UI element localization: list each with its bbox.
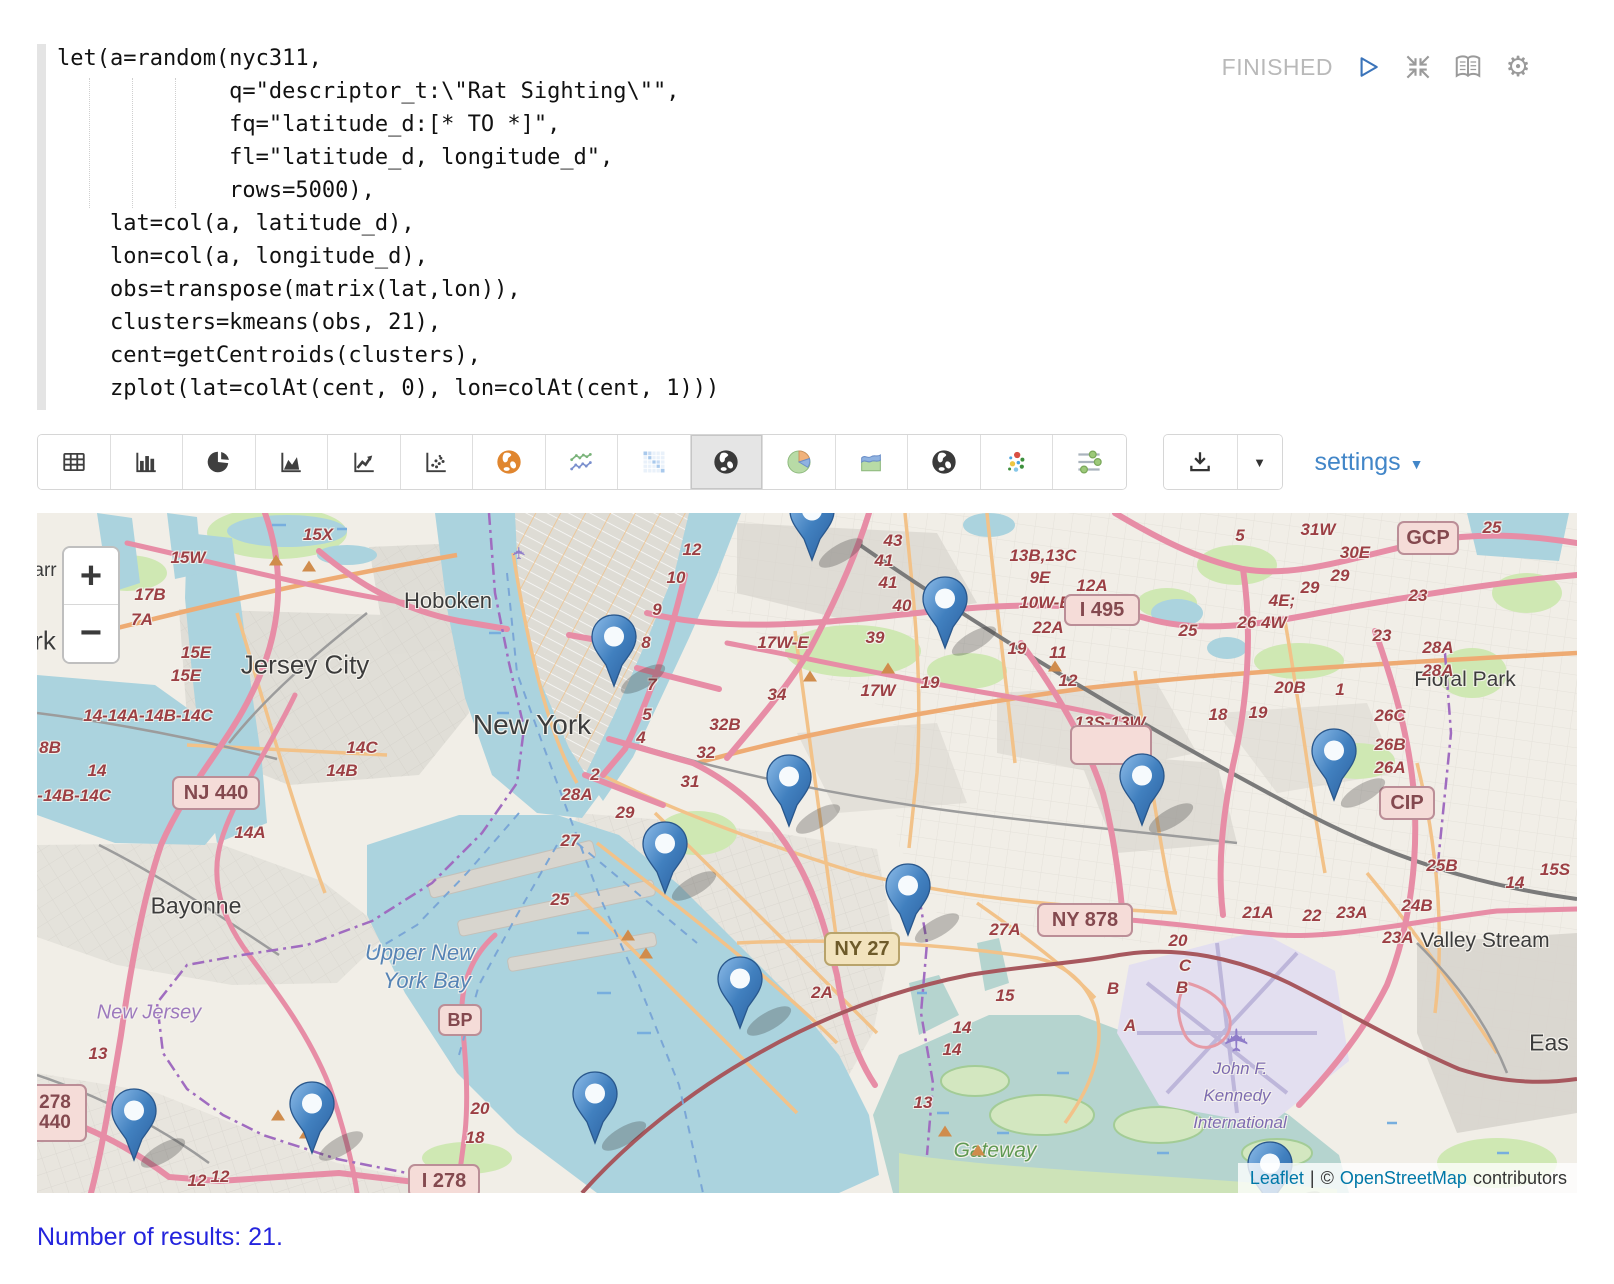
chart-type-heatmap-button[interactable] [618, 435, 691, 489]
download-group: ▼ [1163, 434, 1283, 490]
chart-type-group [37, 434, 1127, 490]
map-marker[interactable] [920, 575, 1010, 657]
zoom-in-button[interactable]: + [64, 548, 118, 605]
download-caret-button[interactable]: ▼ [1238, 435, 1282, 489]
attribution-copyright: © [1321, 1168, 1334, 1189]
attribution-separator: | [1310, 1168, 1315, 1189]
attribution-contributors: contributors [1473, 1168, 1567, 1189]
paragraph-gutter [37, 44, 46, 410]
chart-type-dark-globe-2-button[interactable] [908, 435, 981, 489]
chart-type-globe-button[interactable] [473, 435, 546, 489]
map-marker[interactable] [287, 1080, 377, 1162]
chart-type-sliders-button[interactable] [1053, 435, 1126, 489]
map-marker[interactable] [715, 955, 805, 1037]
chart-type-bar-button[interactable] [111, 435, 184, 489]
shrink-icon[interactable] [1403, 52, 1433, 82]
map-marker[interactable] [883, 862, 973, 944]
chart-type-pie-button[interactable] [183, 435, 256, 489]
map-marker[interactable] [570, 1070, 660, 1152]
indent-guide [175, 78, 176, 208]
code-editor[interactable]: let(a=random(nyc311, q="descriptor_t:\"R… [37, 42, 1577, 414]
chart-type-scatter-button[interactable] [401, 435, 474, 489]
chart-type-color-pie-button[interactable] [763, 435, 836, 489]
book-icon[interactable] [1453, 52, 1483, 82]
map-attribution: Leaflet | © OpenStreetMap contributors [1238, 1163, 1577, 1193]
indent-guide [132, 78, 133, 208]
map-marker[interactable] [109, 1087, 199, 1169]
gear-icon[interactable]: ⚙ [1503, 52, 1533, 82]
map-marker[interactable] [787, 513, 877, 569]
indent-guide [89, 78, 90, 208]
chart-type-line-button[interactable] [328, 435, 401, 489]
chart-type-table-button[interactable] [38, 435, 111, 489]
settings-label: settings [1315, 448, 1401, 477]
code-text[interactable]: let(a=random(nyc311, q="descriptor_t:\"R… [57, 42, 1577, 405]
map-marker[interactable] [764, 753, 854, 835]
map-marker[interactable] [640, 820, 730, 902]
notebook-paragraph: let(a=random(nyc311, q="descriptor_t:\"R… [37, 42, 1577, 414]
settings-caret-icon: ▼ [1410, 456, 1424, 472]
chart-type-dark-globe-button[interactable] [691, 435, 764, 489]
zoom-out-button[interactable]: − [64, 605, 118, 662]
status-badge: FINISHED [1222, 54, 1333, 81]
map-tiles [37, 513, 1577, 1193]
leaflet-link[interactable]: Leaflet [1250, 1168, 1304, 1189]
map-marker[interactable] [1117, 752, 1207, 834]
osm-link[interactable]: OpenStreetMap [1340, 1168, 1467, 1189]
result-text: Number of results: 21. [37, 1223, 1577, 1252]
chart-type-color-scatter-button[interactable] [981, 435, 1054, 489]
download-button[interactable] [1164, 435, 1238, 489]
map-marker[interactable] [589, 613, 679, 695]
chart-type-multi-line-button[interactable] [546, 435, 619, 489]
chart-type-color-area-button[interactable] [836, 435, 909, 489]
settings-button[interactable]: settings ▼ [1309, 447, 1430, 478]
map-zoom-control: + − [62, 546, 120, 664]
paragraph-controls: FINISHED ⚙ [1222, 52, 1533, 82]
chart-type-area-button[interactable] [256, 435, 329, 489]
map-canvas[interactable]: HobokenJersey CityNew YorkBayonneFloral … [37, 513, 1577, 1193]
visualization-toolbar: ▼ settings ▼ [37, 434, 1577, 490]
play-icon[interactable] [1353, 52, 1383, 82]
zeppelin-page: let(a=random(nyc311, q="descriptor_t:\"R… [0, 0, 1614, 1284]
map-marker[interactable] [1309, 727, 1399, 809]
